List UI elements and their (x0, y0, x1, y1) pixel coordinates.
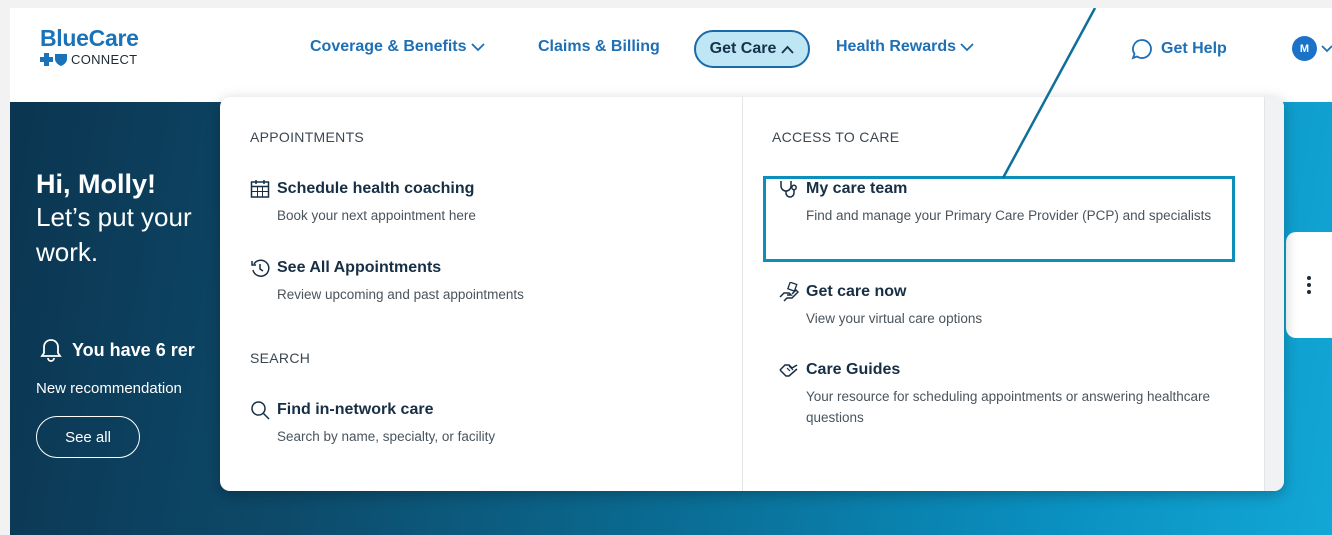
callout-line (1001, 8, 1097, 179)
page: Hi, Molly! Let’s put your work. You have… (10, 8, 1332, 535)
